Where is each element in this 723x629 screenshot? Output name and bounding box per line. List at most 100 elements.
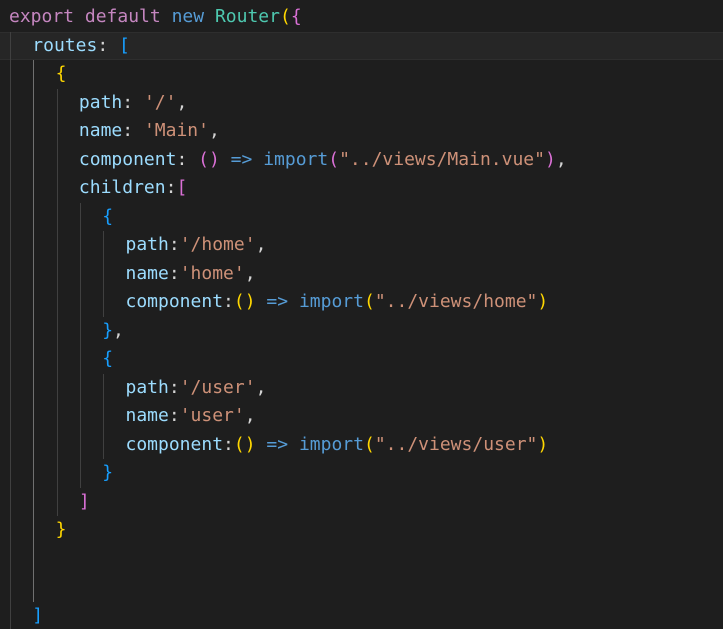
code-token: : bbox=[168, 234, 180, 255]
code-token: : bbox=[168, 262, 180, 284]
code-token: component bbox=[78, 148, 177, 170]
code-token: ) bbox=[544, 148, 556, 170]
code-line[interactable]: component:() => import("../views/home") bbox=[0, 288, 723, 317]
code-token: : bbox=[122, 91, 144, 113]
code-token: : bbox=[165, 177, 177, 198]
code-token: => bbox=[230, 148, 253, 170]
code-token: routes bbox=[32, 34, 98, 56]
code-token: { bbox=[102, 205, 114, 227]
code-token: ] bbox=[78, 490, 90, 512]
code-token: 'user' bbox=[179, 405, 245, 426]
code-token: => bbox=[266, 291, 289, 312]
code-token: ) bbox=[537, 291, 549, 312]
code-token: } bbox=[55, 519, 67, 540]
code-token: 'home' bbox=[179, 262, 245, 284]
code-token: () bbox=[233, 291, 256, 312]
code-line[interactable] bbox=[0, 573, 723, 602]
code-token: => bbox=[266, 433, 289, 455]
code-token: ( bbox=[279, 6, 291, 27]
code-token: { bbox=[102, 348, 114, 369]
code-token: , bbox=[208, 120, 220, 141]
code-line[interactable] bbox=[0, 545, 723, 574]
code-line[interactable]: name: 'Main', bbox=[0, 117, 723, 146]
code-token: ( bbox=[363, 291, 375, 312]
code-token: , bbox=[555, 148, 567, 170]
code-token: , bbox=[244, 262, 256, 284]
code-token: : bbox=[168, 376, 180, 398]
code-token: Router bbox=[214, 6, 280, 27]
code-line[interactable]: } bbox=[0, 459, 723, 488]
code-token: () bbox=[233, 433, 256, 455]
code-token: name bbox=[125, 262, 169, 284]
code-line[interactable]: routes: [ bbox=[0, 32, 723, 61]
code-editor[interactable]: export default new Router({routes: [{pat… bbox=[0, 0, 723, 629]
code-token: export bbox=[9, 6, 75, 27]
code-line[interactable]: { bbox=[0, 60, 723, 89]
code-token: : bbox=[223, 291, 234, 312]
code-token: default bbox=[84, 6, 161, 27]
code-token: , bbox=[255, 376, 267, 398]
code-line[interactable]: component: () => import("../views/Main.v… bbox=[0, 146, 723, 175]
code-token: component bbox=[125, 291, 224, 312]
code-token: { bbox=[290, 6, 302, 27]
code-token: : bbox=[97, 34, 120, 56]
code-token: "../views/home" bbox=[374, 291, 538, 312]
code-token: "../views/user" bbox=[374, 433, 538, 455]
code-token: path bbox=[125, 376, 169, 398]
code-line[interactable]: } bbox=[0, 516, 723, 545]
code-line[interactable]: { bbox=[0, 203, 723, 232]
code-token: children bbox=[78, 177, 166, 198]
code-line[interactable]: path: '/', bbox=[0, 89, 723, 118]
code-line[interactable]: path:'/user', bbox=[0, 374, 723, 403]
code-token: new bbox=[171, 6, 205, 27]
code-line[interactable]: name:'user', bbox=[0, 402, 723, 431]
code-token: : bbox=[122, 120, 144, 141]
code-token: ( bbox=[328, 148, 340, 170]
code-token: import bbox=[263, 148, 329, 170]
code-token: path bbox=[125, 234, 169, 255]
code-token: component bbox=[125, 433, 224, 455]
code-token: path bbox=[78, 91, 123, 113]
code-token: [ bbox=[119, 34, 130, 56]
code-token: '/user' bbox=[179, 376, 256, 398]
code-line[interactable]: children:[ bbox=[0, 174, 723, 203]
code-token: name bbox=[125, 405, 169, 426]
code-token: , bbox=[113, 319, 124, 341]
code-token: 'Main' bbox=[143, 120, 209, 141]
code-token: { bbox=[55, 63, 67, 84]
code-token: import bbox=[298, 433, 364, 455]
code-line[interactable]: ] bbox=[0, 488, 723, 517]
code-token: '/' bbox=[143, 91, 177, 113]
code-token: ] bbox=[32, 604, 44, 626]
code-line[interactable]: }, bbox=[0, 317, 723, 346]
code-token: '/home' bbox=[179, 234, 256, 255]
code-token: "../views/Main.vue" bbox=[339, 148, 545, 170]
code-line[interactable]: path:'/home', bbox=[0, 231, 723, 260]
code-line[interactable]: name:'home', bbox=[0, 260, 723, 289]
code-token: , bbox=[244, 405, 256, 426]
code-line[interactable]: export default new Router({ bbox=[0, 3, 723, 32]
code-token: name bbox=[78, 120, 123, 141]
code-line[interactable]: { bbox=[0, 345, 723, 374]
code-token: } bbox=[102, 319, 114, 341]
code-token: : bbox=[176, 148, 199, 170]
code-token: () bbox=[198, 148, 220, 170]
code-token: import bbox=[298, 291, 364, 312]
code-token: : bbox=[168, 405, 180, 426]
code-token: ( bbox=[363, 433, 375, 455]
code-line[interactable]: ] bbox=[0, 602, 723, 629]
code-token: [ bbox=[176, 177, 188, 198]
code-token: , bbox=[255, 234, 267, 255]
code-token: : bbox=[223, 433, 234, 455]
code-token: ) bbox=[537, 433, 549, 455]
code-line[interactable]: component:() => import("../views/user") bbox=[0, 431, 723, 460]
